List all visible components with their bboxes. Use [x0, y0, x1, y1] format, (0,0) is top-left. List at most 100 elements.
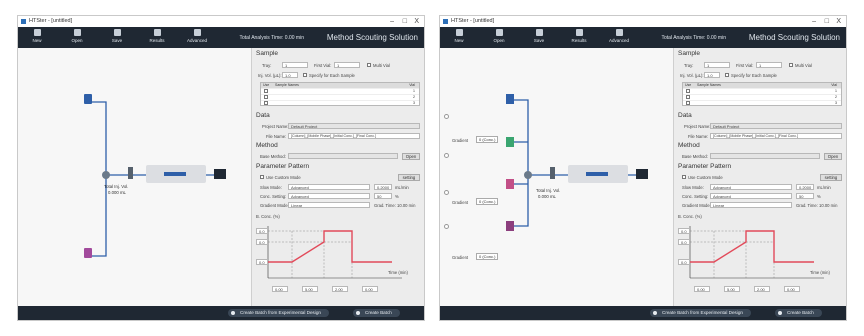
x-tick-4[interactable]: 0.00 — [362, 286, 378, 292]
app-icon — [21, 19, 26, 24]
x-tick-2[interactable]: 5.00 — [302, 286, 318, 292]
save-button[interactable]: Save — [528, 29, 550, 46]
pump-c-icon[interactable] — [506, 179, 514, 189]
gradient-radio-1[interactable] — [444, 114, 449, 119]
detector-icon[interactable] — [214, 169, 226, 179]
gradient-label-2: Gradient — [452, 200, 469, 205]
gradient-chart — [267, 226, 402, 279]
new-button[interactable]: New — [448, 29, 470, 46]
open-button[interactable]: Open — [66, 29, 88, 46]
total-inj-vol-value: 0.000 mL — [108, 190, 126, 195]
pump-b-icon[interactable] — [506, 137, 514, 147]
minimize-button[interactable]: – — [390, 16, 394, 27]
y-tick-3[interactable]: 0.0 — [256, 259, 268, 265]
flow-diagram: Gradient 0 (Conc.) Gradient 0 (Conc.) Gr… — [440, 48, 673, 306]
gradient-select-2[interactable]: 0 (Conc.) — [476, 198, 498, 205]
mixer-icon[interactable] — [102, 171, 110, 179]
status-bar: Create Batch from Experimental Design Cr… — [440, 306, 846, 320]
x-tick-3[interactable]: 2.00 — [332, 286, 348, 292]
mode-title: Method Scouting Solution — [326, 33, 418, 42]
pump-d-icon[interactable] — [506, 221, 514, 231]
title-bar: HTSter - [untitled] – □ X — [18, 16, 424, 27]
results-button[interactable]: Results — [146, 29, 168, 46]
y-tick-2[interactable]: 0.0 — [678, 239, 690, 245]
app-icon — [443, 19, 448, 24]
toolbar: New Open Save Results Advanced Total Ana… — [440, 27, 846, 48]
gradient-label-3: Gradient — [452, 255, 469, 260]
results-icon — [575, 29, 583, 36]
save-icon — [113, 29, 121, 36]
results-icon — [153, 29, 161, 36]
total-analysis-time: Total Analysis Time: 0.00 min — [661, 35, 726, 41]
results-button[interactable]: Results — [568, 29, 590, 46]
gradient-select-3[interactable]: 0 (Conc.) — [476, 253, 498, 260]
total-inj-vol-label: Total Inj. Vol. — [536, 188, 561, 193]
time-axis-label: Time (min) — [388, 270, 408, 275]
settings-panel: Sample Tray: 1 First Vial: 1 Multi Vial … — [251, 48, 424, 306]
injector-icon[interactable] — [128, 167, 133, 179]
maximize-button[interactable]: □ — [825, 16, 829, 27]
gradient-select-1[interactable]: 0 (Conc.) — [476, 136, 498, 143]
advanced-button[interactable]: Advanced — [186, 29, 208, 46]
new-button[interactable]: New — [26, 29, 48, 46]
open-button[interactable]: Open — [488, 29, 510, 46]
mixer-icon[interactable] — [524, 171, 532, 179]
pump-a-icon[interactable] — [84, 94, 92, 104]
app-window-right: HTSter - [untitled] – □ X New Open Save … — [440, 16, 846, 320]
batch-design-icon — [653, 311, 657, 315]
pump-a-icon[interactable] — [506, 94, 514, 104]
close-button[interactable]: X — [836, 16, 841, 27]
flow-diagram: Total Inj. Vol. 0.000 mL — [18, 48, 251, 306]
advanced-icon — [615, 29, 623, 36]
advanced-icon — [193, 29, 201, 36]
app-window-left: HTSter - [untitled] – □ X New Open Save … — [18, 16, 424, 320]
batch-icon — [778, 311, 782, 315]
gradient-radio-3[interactable] — [444, 190, 449, 195]
open-folder-icon — [73, 29, 81, 36]
mode-title: Method Scouting Solution — [748, 33, 840, 42]
create-batch-button[interactable]: Create Batch — [353, 309, 400, 317]
advanced-button[interactable]: Advanced — [608, 29, 630, 46]
close-button[interactable]: X — [414, 16, 419, 27]
x-tick-1[interactable]: 0.00 — [694, 286, 710, 292]
x-tick-4[interactable]: 0.00 — [784, 286, 800, 292]
new-icon — [33, 29, 41, 36]
detector-icon[interactable] — [636, 169, 648, 179]
gradient-label-1: Gradient — [452, 138, 469, 143]
create-batch-design-button[interactable]: Create Batch from Experimental Design — [650, 309, 751, 317]
create-batch-design-button[interactable]: Create Batch from Experimental Design — [228, 309, 329, 317]
window-title: HTSter - [untitled] — [29, 18, 73, 24]
save-icon — [535, 29, 543, 36]
title-bar: HTSter - [untitled] – □ X — [440, 16, 846, 27]
y-tick-3[interactable]: 0.0 — [678, 259, 690, 265]
batch-icon — [356, 311, 360, 315]
x-tick-3[interactable]: 2.00 — [754, 286, 770, 292]
gradient-chart — [689, 226, 824, 279]
column-icon[interactable] — [586, 172, 608, 176]
pump-b-icon[interactable] — [84, 248, 92, 258]
y-tick-2[interactable]: 0.0 — [256, 239, 268, 245]
y-tick-1[interactable]: 0.0 — [678, 228, 690, 234]
column-icon[interactable] — [164, 172, 186, 176]
gradient-radio-2[interactable] — [444, 153, 449, 158]
create-batch-button[interactable]: Create Batch — [775, 309, 822, 317]
new-icon — [455, 29, 463, 36]
total-inj-vol-label: Total Inj. Vol. — [104, 184, 129, 189]
toolbar: New Open Save Results Advanced Total Ana… — [18, 27, 424, 48]
maximize-button[interactable]: □ — [403, 16, 407, 27]
minimize-button[interactable]: – — [812, 16, 816, 27]
open-folder-icon — [495, 29, 503, 36]
total-inj-vol-value: 0.000 mL — [538, 194, 556, 199]
gradient-radio-4[interactable] — [444, 224, 449, 229]
x-tick-1[interactable]: 0.00 — [272, 286, 288, 292]
settings-panel: Sample Tray: 1 First Vial: 1 Multi Vial … — [673, 48, 846, 306]
status-bar: Create Batch from Experimental Design Cr… — [18, 306, 424, 320]
x-tick-2[interactable]: 5.00 — [724, 286, 740, 292]
injector-icon[interactable] — [550, 167, 555, 179]
total-analysis-time: Total Analysis Time: 0.00 min — [239, 35, 304, 41]
window-title: HTSter - [untitled] — [451, 18, 495, 24]
y-tick-1[interactable]: 0.0 — [256, 228, 268, 234]
save-button[interactable]: Save — [106, 29, 128, 46]
time-axis-label: Time (min) — [810, 270, 830, 275]
batch-design-icon — [231, 311, 235, 315]
